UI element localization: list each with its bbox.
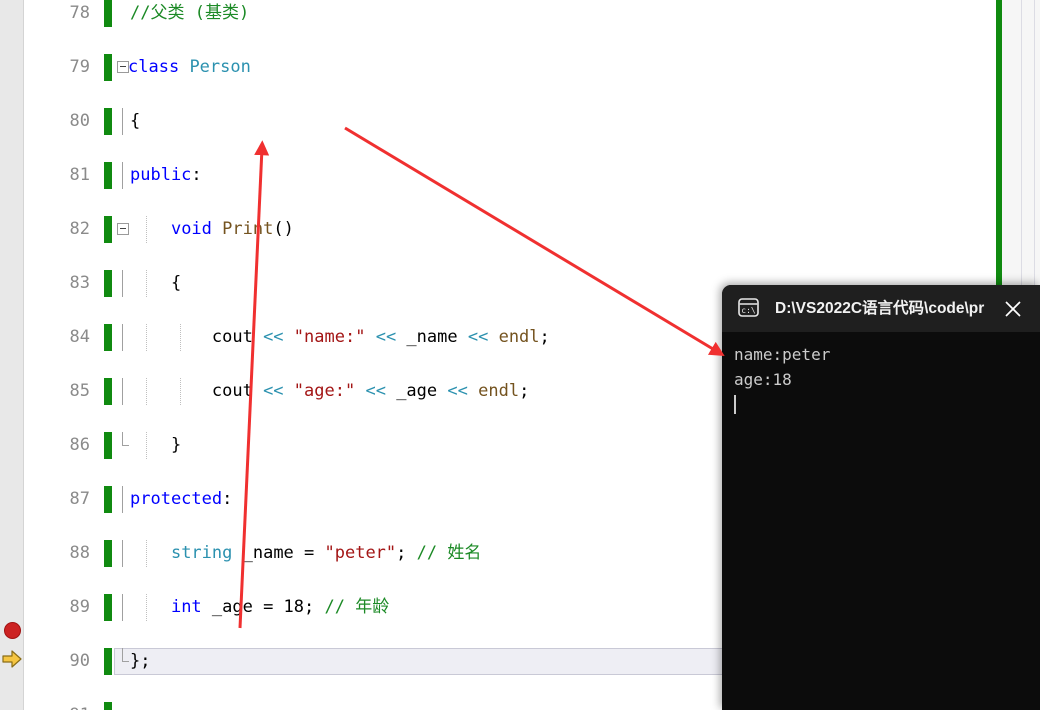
line-number: 86 — [69, 435, 90, 455]
fold-guide — [122, 270, 123, 297]
line-number: 79 — [69, 57, 90, 77]
console-output[interactable]: name:peter age:18 — [722, 332, 1040, 417]
line-number: 84 — [69, 327, 90, 347]
line-number: 81 — [69, 165, 90, 185]
change-bar — [104, 270, 112, 297]
line-number: 91 — [24, 702, 90, 710]
change-bar — [104, 648, 112, 675]
line-number: 82 — [69, 219, 90, 239]
console-title: D:\VS2022C语言代码\code\pr — [775, 300, 985, 317]
fold-toggle-icon[interactable] — [117, 223, 129, 235]
fold-guide — [122, 162, 123, 189]
fold-guide — [122, 324, 123, 351]
code-text: string _name = "peter"; // 姓名 — [170, 543, 482, 563]
fold-guide — [122, 594, 123, 621]
line-number: 83 — [69, 273, 90, 293]
code-text: }; — [130, 651, 151, 671]
change-bar — [104, 594, 112, 621]
console-cursor-line — [734, 392, 1040, 417]
change-bar — [104, 216, 112, 243]
line-number: 88 — [69, 543, 90, 563]
code-text: int _age = 18; // 年龄 — [170, 597, 390, 617]
code-line[interactable]: 81 public: — [0, 162, 1000, 189]
change-bar — [104, 432, 112, 459]
change-bar — [104, 486, 112, 513]
code-text: //父类 (基类) — [130, 3, 250, 23]
code-text: public: — [130, 165, 202, 185]
line-number: 78 — [69, 3, 90, 23]
line-number: 89 — [69, 597, 90, 617]
fold-guide — [122, 378, 123, 405]
change-bar — [104, 540, 112, 567]
line-number: 80 — [69, 111, 90, 131]
change-bar — [104, 162, 112, 189]
code-line[interactable]: 80 { — [0, 108, 1000, 135]
close-icon[interactable] — [1002, 298, 1024, 320]
fold-guide — [122, 108, 123, 135]
svg-text:c:\: c:\ — [741, 306, 756, 315]
change-bar — [104, 108, 112, 135]
change-bar — [104, 378, 112, 405]
line-number: 90 — [69, 651, 90, 671]
fold-guide — [122, 486, 123, 513]
code-text: } — [130, 435, 182, 455]
code-line[interactable]: 79 class Person — [0, 54, 1000, 81]
code-line[interactable]: 78 //父类 (基类) — [0, 0, 1000, 27]
line-number: 85 — [69, 381, 90, 401]
console-output-line: name:peter — [734, 345, 831, 364]
fold-guide — [122, 648, 129, 662]
code-line[interactable]: 82 void Print() — [0, 216, 1000, 243]
code-text: class Person — [128, 57, 251, 77]
code-text: { — [130, 273, 182, 293]
change-bar — [104, 702, 112, 710]
console-title-bar[interactable]: c:\ D:\VS2022C语言代码\code\pr — [722, 285, 1040, 332]
code-text: protected: — [130, 489, 233, 509]
change-bar — [104, 0, 112, 27]
console-window[interactable]: c:\ D:\VS2022C语言代码\code\pr name:peter age… — [722, 285, 1040, 710]
code-text: cout << "age:" << _age << endl; — [130, 381, 530, 401]
code-text: cout << "name:" << _name << endl; — [130, 327, 550, 347]
console-caret — [734, 395, 736, 414]
line-number: 87 — [69, 489, 90, 509]
change-bar — [104, 54, 112, 81]
code-text: void Print() — [170, 219, 294, 239]
fold-guide — [122, 432, 129, 446]
console-output-line: age:18 — [734, 370, 792, 389]
code-text: { — [130, 111, 141, 131]
vs-debug-screen: 78 //父类 (基类) 79 class Person 80 { 81 pub… — [0, 0, 1040, 710]
fold-guide — [122, 540, 123, 567]
console-icon: c:\ — [738, 298, 759, 317]
change-bar — [104, 324, 112, 351]
